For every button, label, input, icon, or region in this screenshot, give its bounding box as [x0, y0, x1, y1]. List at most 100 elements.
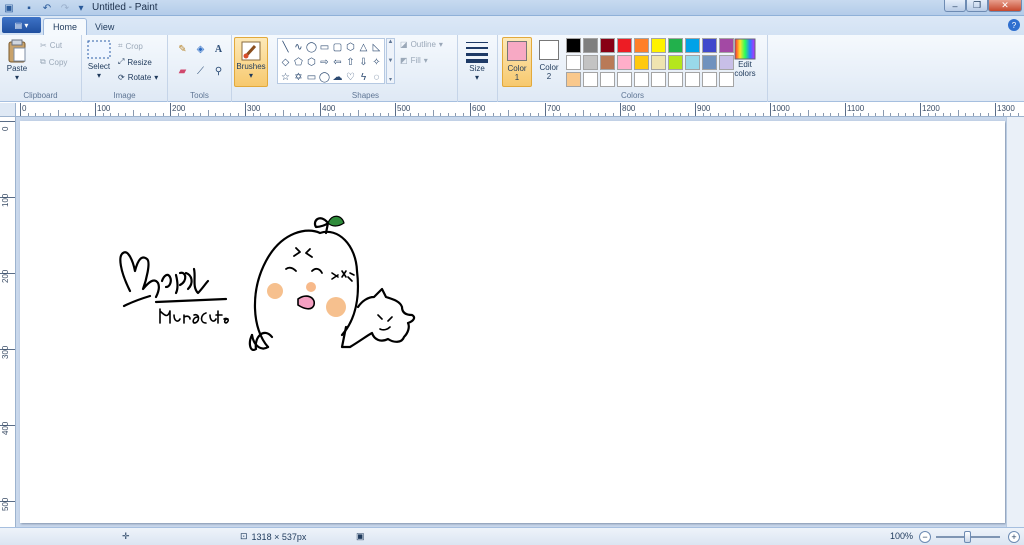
palette-color-23[interactable]: [600, 72, 615, 87]
palette-color-10[interactable]: [719, 38, 734, 53]
close-button[interactable]: ✕: [988, 0, 1022, 12]
ruler-h-minor-tick: [72, 113, 74, 116]
line-shape-icon[interactable]: ╲: [279, 40, 292, 55]
tab-home[interactable]: Home: [43, 18, 88, 35]
lightning-shape-icon[interactable]: ϟ: [357, 70, 370, 85]
palette-color-22[interactable]: [583, 72, 598, 87]
palette-color-7[interactable]: [668, 38, 683, 53]
color2-button[interactable]: Color 2: [534, 37, 564, 87]
pencil-icon[interactable]: ✎: [174, 41, 191, 57]
palette-color-11[interactable]: [566, 55, 581, 70]
rounded-rectangle-shape-icon[interactable]: ▢: [331, 40, 344, 55]
help-icon[interactable]: ?: [1008, 19, 1020, 31]
palette-color-9[interactable]: [702, 38, 717, 53]
diamond-shape-icon[interactable]: ◇: [279, 55, 292, 70]
right-arrow-shape-icon[interactable]: ⇨: [318, 55, 331, 70]
brushes-button[interactable]: Brushes ▾: [234, 37, 268, 87]
palette-color-13[interactable]: [600, 55, 615, 70]
outline-button[interactable]: ◪ Outline ▾: [400, 40, 443, 49]
maximize-button[interactable]: ❐: [966, 0, 988, 12]
palette-color-1[interactable]: [566, 38, 581, 53]
undo-icon[interactable]: ↶: [40, 1, 54, 15]
palette-color-4[interactable]: [617, 38, 632, 53]
palette-color-15[interactable]: [634, 55, 649, 70]
palette-color-5[interactable]: [634, 38, 649, 53]
ruler-h-minor-tick: [327, 113, 329, 116]
palette-color-20[interactable]: [719, 55, 734, 70]
select-button[interactable]: Select ▾: [86, 38, 112, 80]
four-point-star-shape-icon[interactable]: ✧: [370, 55, 383, 70]
more-shape-icon[interactable]: ◌: [370, 70, 383, 85]
edit-colors-button[interactable]: Edit colors: [734, 38, 756, 78]
palette-color-28[interactable]: [685, 72, 700, 87]
palette-color-19[interactable]: [702, 55, 717, 70]
crop-button[interactable]: ⌗ Crop: [118, 41, 143, 51]
paste-button[interactable]: Paste ▾: [6, 38, 28, 82]
color-picker-icon[interactable]: ⟋: [192, 63, 209, 79]
five-point-star-shape-icon[interactable]: ☆: [279, 70, 292, 85]
palette-color-12[interactable]: [583, 55, 598, 70]
ruler-h-minor-tick: [747, 113, 749, 116]
callout-cloud-shape-icon[interactable]: ☁: [331, 70, 344, 85]
tab-view[interactable]: View: [86, 18, 123, 35]
eraser-icon[interactable]: ▰: [174, 63, 191, 79]
palette-color-21[interactable]: [566, 72, 581, 87]
ruler-h-minor-tick: [350, 113, 351, 116]
triangle-shape-icon[interactable]: △: [357, 40, 370, 55]
callout-rect-shape-icon[interactable]: ▭: [305, 70, 318, 85]
minimize-button[interactable]: –: [944, 0, 966, 12]
magnifier-icon[interactable]: ⚲: [210, 63, 227, 79]
palette-color-29[interactable]: [702, 72, 717, 87]
right-triangle-shape-icon[interactable]: ◺: [370, 40, 383, 55]
palette-color-16[interactable]: [651, 55, 666, 70]
resize-button[interactable]: ⤢ Resize: [118, 57, 152, 67]
palette-color-6[interactable]: [651, 38, 666, 53]
palette-color-26[interactable]: [651, 72, 666, 87]
paint-menu-button[interactable]: ▤ ▾: [2, 17, 41, 33]
redo-icon[interactable]: ↷: [58, 1, 72, 15]
hexagon-shape-icon[interactable]: ⬡: [305, 55, 318, 70]
polygon-shape-icon[interactable]: ⬡: [344, 40, 357, 55]
shapes-scroll[interactable]: ▲ ▼ ▾: [386, 38, 395, 84]
heart-shape-icon[interactable]: ♡: [344, 70, 357, 85]
drawing-canvas[interactable]: [20, 121, 1005, 523]
palette-color-24[interactable]: [617, 72, 632, 87]
colors-group: Color 1 Color 2 Edit colors Colors: [498, 35, 768, 102]
palette-color-14[interactable]: [617, 55, 632, 70]
curve-shape-icon[interactable]: ∿: [292, 40, 305, 55]
palette-color-2[interactable]: [583, 38, 598, 53]
signature-heart-stroke: [119, 251, 160, 299]
palette-color-30[interactable]: [719, 72, 734, 87]
ruler-h-minor-tick: [627, 113, 629, 116]
rotate-button[interactable]: ⟳ Rotate ▾: [118, 73, 158, 82]
cut-button[interactable]: ✂ Cut: [40, 41, 62, 50]
oval-shape-icon[interactable]: ◯: [305, 40, 318, 55]
palette-color-3[interactable]: [600, 38, 615, 53]
palette-color-25[interactable]: [634, 72, 649, 87]
fill-bucket-icon[interactable]: ◈: [192, 41, 209, 57]
up-arrow-shape-icon[interactable]: ⇧: [344, 55, 357, 70]
palette-color-27[interactable]: [668, 72, 683, 87]
zoom-out-button[interactable]: −: [919, 531, 931, 543]
rotate-icon: ⟳: [118, 73, 125, 82]
size-button[interactable]: Size ▾: [464, 38, 490, 82]
zoom-slider-thumb[interactable]: [964, 531, 971, 543]
vertical-scrollbar[interactable]: [1006, 117, 1024, 527]
rectangle-shape-icon[interactable]: ▭: [318, 40, 331, 55]
save-icon[interactable]: ▪: [22, 1, 36, 15]
text-tool-icon[interactable]: A: [210, 41, 227, 57]
palette-color-17[interactable]: [668, 55, 683, 70]
palette-color-18[interactable]: [685, 55, 700, 70]
pentagon-shape-icon[interactable]: ⬠: [292, 55, 305, 70]
down-arrow-shape-icon[interactable]: ⇩: [357, 55, 370, 70]
paint-app-icon[interactable]: ▣: [2, 1, 16, 15]
customize-quick-access-icon[interactable]: ▾: [74, 1, 88, 15]
callout-oval-shape-icon[interactable]: ◯: [318, 70, 331, 85]
palette-color-8[interactable]: [685, 38, 700, 53]
copy-button[interactable]: ⧉ Copy: [40, 57, 67, 67]
color1-button[interactable]: Color 1: [502, 37, 532, 87]
zoom-in-button[interactable]: +: [1008, 531, 1020, 543]
fill-button[interactable]: ◩ Fill ▾: [400, 56, 428, 65]
six-point-star-shape-icon[interactable]: ✡: [292, 70, 305, 85]
left-arrow-shape-icon[interactable]: ⇦: [331, 55, 344, 70]
